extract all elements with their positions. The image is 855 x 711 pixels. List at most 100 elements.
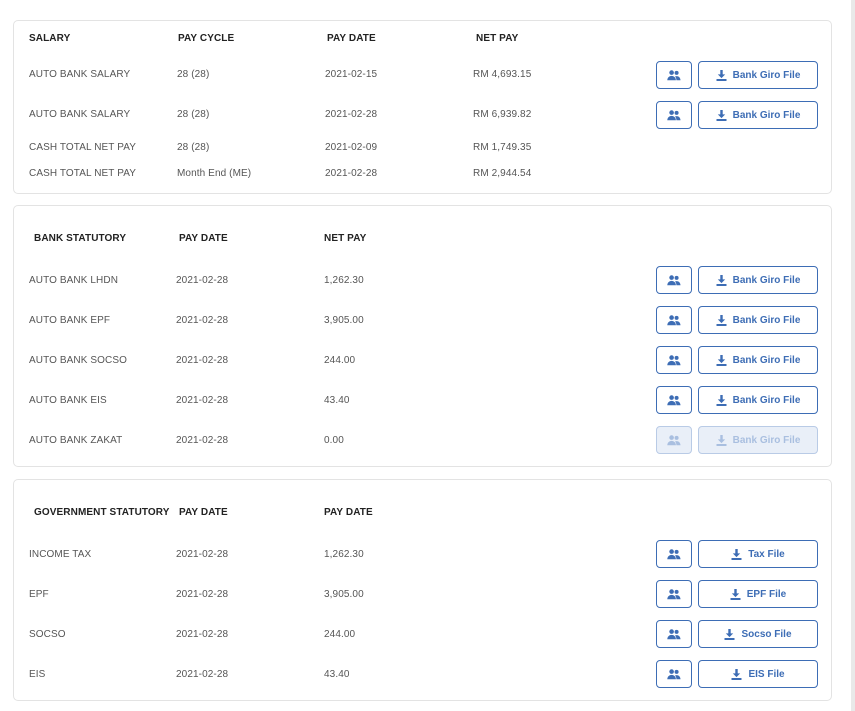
bank-giro-file-button[interactable]: Bank Giro File bbox=[698, 346, 818, 374]
row-name: AUTO BANK SOCSO bbox=[29, 355, 128, 366]
row-name: EPF bbox=[29, 589, 49, 600]
row-date: 2021-02-28 bbox=[176, 275, 229, 286]
employees-button[interactable] bbox=[656, 580, 692, 608]
bank-statutory-header: BANK STATUTORY bbox=[34, 233, 127, 244]
bank-giro-file-button-disabled[interactable]: Bank Giro File bbox=[698, 426, 818, 454]
download-icon bbox=[716, 274, 727, 286]
row-name: EIS bbox=[29, 669, 46, 680]
row-date: 2021-02-15 bbox=[325, 69, 378, 80]
download-icon bbox=[731, 548, 742, 560]
employees-button-disabled[interactable] bbox=[656, 426, 692, 454]
eis-file-button[interactable]: EIS File bbox=[698, 660, 818, 688]
row-cycle: 28 (28) bbox=[177, 142, 210, 153]
employees-button[interactable] bbox=[656, 61, 692, 89]
row-net: 1,262.30 bbox=[324, 275, 364, 286]
users-icon bbox=[667, 69, 681, 80]
button-label: Tax File bbox=[748, 548, 785, 560]
row-name: CASH TOTAL NET PAY bbox=[29, 168, 137, 179]
download-icon bbox=[716, 394, 727, 406]
tax-file-button[interactable]: Tax File bbox=[698, 540, 818, 568]
download-icon bbox=[716, 314, 727, 326]
row-net: RM 4,693.15 bbox=[473, 69, 532, 80]
government-statutory-header: GOVERNMENT STATUTORY bbox=[34, 507, 170, 518]
download-icon bbox=[716, 434, 727, 446]
pay-date-header: PAY DATE bbox=[179, 233, 228, 244]
button-label: Bank Giro File bbox=[732, 109, 801, 121]
employees-button[interactable] bbox=[656, 540, 692, 568]
button-label: Bank Giro File bbox=[732, 354, 801, 366]
row-name: AUTO BANK SALARY bbox=[29, 109, 131, 120]
row-net: 0.00 bbox=[324, 435, 344, 446]
employees-button[interactable] bbox=[656, 101, 692, 129]
download-icon bbox=[716, 354, 727, 366]
row-net: 3,905.00 bbox=[324, 315, 364, 326]
users-icon bbox=[667, 628, 681, 639]
row-date: 2021-02-28 bbox=[176, 669, 229, 680]
row-name: AUTO BANK LHDN bbox=[29, 275, 119, 286]
bank-giro-file-button[interactable]: Bank Giro File bbox=[698, 61, 818, 89]
row-net: RM 2,944.54 bbox=[473, 168, 532, 179]
row-cycle: Month End (ME) bbox=[177, 168, 252, 179]
net-pay-header: NET PAY bbox=[476, 33, 519, 44]
users-icon bbox=[667, 109, 681, 120]
row-name: AUTO BANK SALARY bbox=[29, 69, 131, 80]
bank-giro-file-button[interactable]: Bank Giro File bbox=[698, 266, 818, 294]
employees-button[interactable] bbox=[656, 306, 692, 334]
button-label: EIS File bbox=[748, 668, 785, 680]
row-name: AUTO BANK EIS bbox=[29, 395, 107, 406]
button-label: Bank Giro File bbox=[732, 434, 801, 446]
users-icon bbox=[667, 354, 681, 365]
bank-giro-file-button[interactable]: Bank Giro File bbox=[698, 101, 818, 129]
users-icon bbox=[667, 394, 681, 405]
button-label: Socso File bbox=[741, 628, 792, 640]
row-date: 2021-02-28 bbox=[176, 315, 229, 326]
row-net: 3,905.00 bbox=[324, 589, 364, 600]
bank-statutory-card: BANK STATUTORY PAY DATE NET PAY AUTO BAN… bbox=[13, 205, 832, 467]
epf-file-button[interactable]: EPF File bbox=[698, 580, 818, 608]
pay-cycle-header: PAY CYCLE bbox=[178, 33, 235, 44]
salary-header: SALARY bbox=[29, 33, 71, 44]
button-label: Bank Giro File bbox=[732, 274, 801, 286]
row-net: 43.40 bbox=[324, 395, 350, 406]
row-date: 2021-02-28 bbox=[176, 589, 229, 600]
pay-date-header: PAY DATE bbox=[179, 507, 228, 518]
government-statutory-card: GOVERNMENT STATUTORY PAY DATE PAY DATE I… bbox=[13, 479, 832, 701]
row-date: 2021-02-28 bbox=[325, 168, 378, 179]
row-cycle: 28 (28) bbox=[177, 69, 210, 80]
pay-date-header-2: PAY DATE bbox=[324, 507, 373, 518]
row-net: RM 6,939.82 bbox=[473, 109, 532, 120]
row-date: 2021-02-28 bbox=[176, 549, 229, 560]
socso-file-button[interactable]: Socso File bbox=[698, 620, 818, 648]
row-net: 43.40 bbox=[324, 669, 350, 680]
bank-giro-file-button[interactable]: Bank Giro File bbox=[698, 386, 818, 414]
row-date: 2021-02-28 bbox=[176, 395, 229, 406]
users-icon bbox=[667, 548, 681, 559]
row-date: 2021-02-28 bbox=[176, 629, 229, 640]
row-name: AUTO BANK ZAKAT bbox=[29, 435, 123, 446]
download-icon bbox=[731, 668, 742, 680]
row-net: 244.00 bbox=[324, 355, 356, 366]
pay-date-header: PAY DATE bbox=[327, 33, 376, 44]
employees-button[interactable] bbox=[656, 620, 692, 648]
row-date: 2021-02-28 bbox=[176, 355, 229, 366]
row-date: 2021-02-09 bbox=[325, 142, 378, 153]
bank-giro-file-button[interactable]: Bank Giro File bbox=[698, 306, 818, 334]
row-net: 244.00 bbox=[324, 629, 356, 640]
row-date: 2021-02-28 bbox=[176, 435, 229, 446]
employees-button[interactable] bbox=[656, 386, 692, 414]
users-icon bbox=[667, 274, 681, 285]
row-net: RM 1,749.35 bbox=[473, 142, 532, 153]
users-icon bbox=[667, 588, 681, 599]
users-icon bbox=[667, 668, 681, 679]
row-name: SOCSO bbox=[29, 629, 66, 640]
employees-button[interactable] bbox=[656, 266, 692, 294]
employees-button[interactable] bbox=[656, 346, 692, 374]
salary-card: SALARY PAY CYCLE PAY DATE NET PAY AUTO B… bbox=[13, 20, 832, 194]
row-cycle: 28 (28) bbox=[177, 109, 210, 120]
employees-button[interactable] bbox=[656, 660, 692, 688]
button-label: EPF File bbox=[746, 588, 787, 600]
row-date: 2021-02-28 bbox=[325, 109, 378, 120]
download-icon bbox=[716, 109, 727, 121]
scrollbar-track[interactable] bbox=[851, 0, 855, 711]
users-icon bbox=[667, 314, 681, 325]
